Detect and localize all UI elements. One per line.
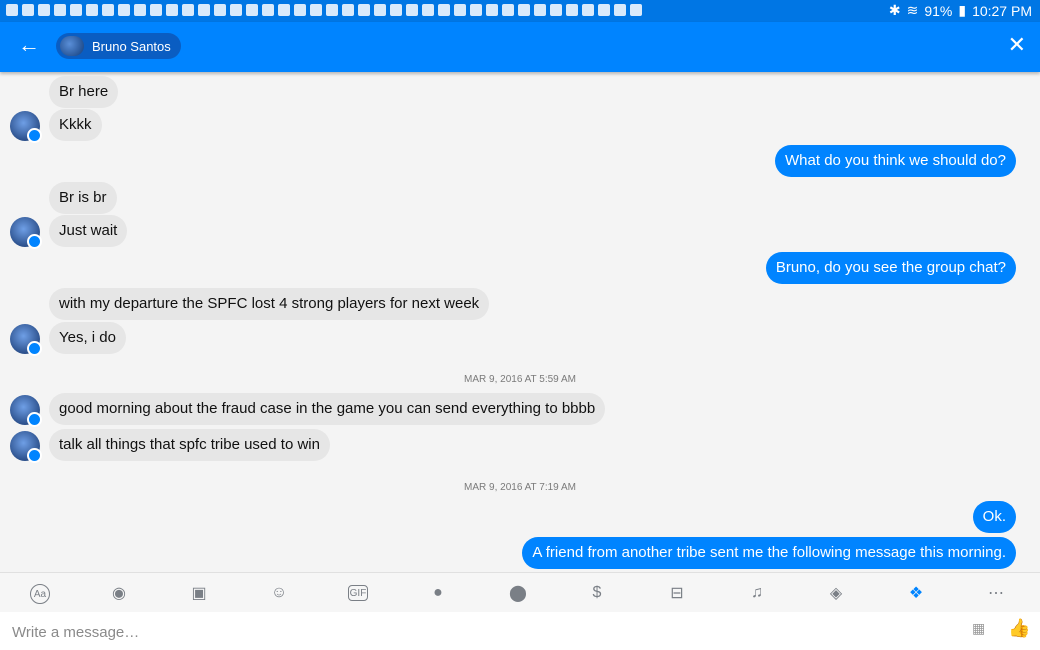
wifi-icon: ≋ [906, 2, 919, 18]
car-icon[interactable]: ⊟ [667, 583, 687, 603]
composer-toolbar: Aa ◉ ▣ ☺ GIF ● ⬤ $ ⊟ ♫ ◈ ❖ ⋯ [0, 572, 1040, 613]
messenger-badge-icon [27, 234, 42, 249]
sender-avatar[interactable] [10, 111, 42, 143]
contact-avatar [60, 36, 84, 56]
contact-chip[interactable]: Bruno Santos [56, 33, 181, 59]
contact-name: Bruno Santos [92, 38, 171, 54]
notification-icon [326, 4, 338, 16]
notification-icon [470, 4, 482, 16]
notification-icon [534, 4, 546, 16]
notification-icon [486, 4, 498, 16]
notification-icon [598, 4, 610, 16]
notification-icon [198, 4, 210, 16]
sender-avatar[interactable] [10, 324, 42, 356]
notification-icon [502, 4, 514, 16]
notification-icon [294, 4, 306, 16]
notification-icon [278, 4, 290, 16]
message-bubble-outgoing[interactable]: Bruno, do you see the group chat? [765, 252, 1016, 284]
notification-icon [518, 4, 530, 16]
qr-code-icon[interactable]: ▦ [972, 620, 992, 640]
close-icon: ✕ [1007, 32, 1026, 57]
notification-icon [166, 4, 178, 16]
notification-icon [134, 4, 146, 16]
message-bubble-incoming[interactable]: with my departure the SPFC lost 4 strong… [49, 288, 490, 320]
notification-icon [246, 4, 258, 16]
status-right: ✱ ≋ 91% ▮ 10:27 PM [889, 2, 1032, 19]
battery-percent: 91% [924, 2, 953, 19]
notification-icon [310, 4, 322, 16]
emoji-icon[interactable]: ☺ [269, 583, 289, 603]
notification-icon [86, 4, 98, 16]
messenger-badge-icon [27, 128, 42, 143]
message-bubble-incoming[interactable]: talk all things that spfc tribe used to … [49, 429, 330, 461]
messenger-badge-icon [27, 412, 42, 427]
notification-icon [182, 4, 194, 16]
notification-icon [118, 4, 130, 16]
message-bubble-incoming[interactable]: Yes, i do [49, 322, 126, 354]
camera-icon[interactable]: ◉ [109, 583, 129, 603]
message-bubble-outgoing[interactable]: Ok. [972, 501, 1016, 533]
dropbox-icon[interactable]: ❖ [906, 583, 926, 603]
game-icon[interactable]: ◈ [826, 583, 846, 603]
message-bubble-incoming[interactable]: Just wait [49, 215, 128, 247]
notification-icon [550, 4, 562, 16]
back-button[interactable]: ← [18, 32, 40, 58]
notification-icon [390, 4, 402, 16]
microphone-icon[interactable]: ● [428, 583, 448, 603]
message-bubble-incoming[interactable]: Br is br [49, 182, 117, 214]
notification-icon [22, 4, 34, 16]
notification-icon [358, 4, 370, 16]
app-bar: ← Bruno Santos ✕ [0, 22, 1040, 72]
notification-icon [214, 4, 226, 16]
message-bubble-incoming[interactable]: good morning about the fraud case in the… [49, 393, 606, 425]
conversation[interactable]: Br here Kkkk What do you think we should… [0, 72, 1040, 572]
notification-icon [406, 4, 418, 16]
message-bubble-outgoing[interactable]: A friend from another tribe sent me the … [522, 537, 1016, 569]
timestamp-divider: MAR 9, 2016 AT 7:19 AM [464, 482, 576, 493]
messenger-badge-icon [27, 341, 42, 356]
notification-icon [566, 4, 578, 16]
notification-icon [630, 4, 642, 16]
battery-icon: ▮ [958, 2, 967, 18]
notification-icon [342, 4, 354, 16]
location-icon[interactable]: ⬤ [508, 583, 528, 603]
status-bar: ✱ ≋ 91% ▮ 10:27 PM [0, 0, 1040, 22]
text-aa-icon[interactable]: Aa [30, 584, 50, 604]
notification-icon [422, 4, 434, 16]
notification-icon [614, 4, 626, 16]
bluetooth-icon: ✱ [888, 2, 901, 18]
sender-avatar[interactable] [10, 395, 42, 427]
bell-icon[interactable]: ♫ [747, 583, 767, 603]
timestamp-divider: MAR 9, 2016 AT 5:59 AM [464, 374, 576, 385]
clock: 10:27 PM [972, 2, 1032, 19]
sender-avatar[interactable] [10, 217, 42, 249]
more-icon[interactable]: ⋯ [986, 583, 1006, 603]
message-bubble-outgoing[interactable]: What do you think we should do? [775, 145, 1016, 177]
sender-avatar[interactable] [10, 431, 42, 463]
notification-icon [374, 4, 386, 16]
notification-icon [230, 4, 242, 16]
notification-icon [54, 4, 66, 16]
notification-icons [6, 4, 642, 16]
notification-icon [454, 4, 466, 16]
notification-icon [102, 4, 114, 16]
notification-icon [262, 4, 274, 16]
notification-icon [38, 4, 50, 16]
notification-icon [6, 4, 18, 16]
notification-icon [438, 4, 450, 16]
notification-icon [150, 4, 162, 16]
image-icon[interactable]: ▣ [189, 583, 209, 603]
messenger-badge-icon [27, 448, 42, 463]
message-composer: ▦ 👍 [0, 612, 1040, 650]
message-input[interactable] [10, 620, 914, 644]
notification-icon [582, 4, 594, 16]
gif-icon[interactable]: GIF [348, 585, 368, 601]
message-bubble-incoming[interactable]: Br here [49, 76, 119, 108]
notification-icon [70, 4, 82, 16]
arrow-left-icon: ← [18, 32, 40, 57]
close-button[interactable]: ✕ [1008, 32, 1026, 58]
thumbs-up-icon[interactable]: 👍 [1008, 618, 1030, 640]
payment-icon[interactable]: $ [587, 583, 607, 603]
message-bubble-incoming[interactable]: Kkkk [49, 109, 102, 141]
